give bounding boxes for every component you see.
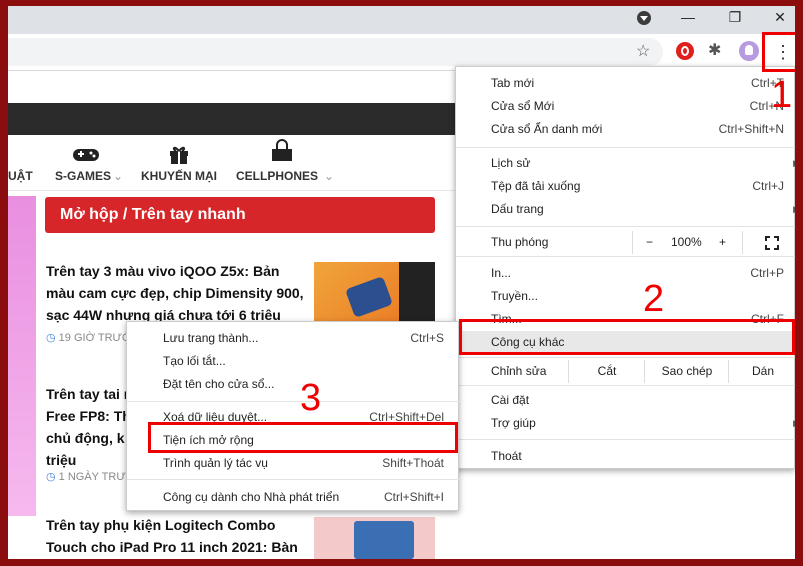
menu-separator (456, 226, 795, 227)
nav-item-luat[interactable]: UẬT (8, 169, 33, 183)
menu-separator (456, 357, 795, 358)
menu-item-exit[interactable]: Thoát (456, 445, 795, 468)
chevron-right-icon: ▶ (793, 152, 795, 175)
article-thumbnail[interactable] (314, 517, 435, 559)
close-button[interactable]: ✕ (760, 6, 795, 28)
nav-item-cellphones[interactable]: CELLPHONES (236, 169, 318, 183)
submenu-item-save-page[interactable]: Lưu trang thành... Ctrl+S (127, 327, 460, 350)
submenu-item-task-manager[interactable]: Trình quản lý tác vụ Shift+Thoát (127, 452, 460, 475)
menu-item-new-window[interactable]: Cửa sổ Mới Ctrl+N (456, 95, 795, 118)
menu-separator (456, 385, 795, 386)
bag-icon (272, 139, 292, 161)
clock-icon: ◷ (46, 471, 56, 483)
chevron-right-icon: ▶ (793, 198, 795, 221)
extensions-puzzle-icon[interactable]: ✱ (708, 40, 721, 60)
chevron-down-icon: ⌄ (324, 169, 335, 183)
article-meta: ◷ 1 NGÀY TRƯ (46, 471, 126, 483)
site-nav: UẬT S-GAMES ⌄ KHUYẾN MẠI CELLPHONES ⌄ (8, 135, 455, 191)
fullscreen-icon[interactable] (765, 236, 779, 250)
chrome-main-menu: Tab mới Ctrl+T Cửa sổ Mới Ctrl+N Cửa sổ Ẩn… (455, 66, 795, 469)
article-title[interactable]: Trên tay tai n Free FP8: Th chủ động, k … (46, 383, 132, 471)
address-bar[interactable] (8, 38, 663, 66)
highlight-more-tools (459, 319, 795, 355)
zoom-level: 100% (671, 235, 702, 249)
nav-item-khuyen-mai[interactable]: KHUYẾN MẠI (141, 169, 217, 183)
highlight-extensions (148, 422, 458, 453)
menu-item-cast[interactable]: Truyền... (456, 285, 795, 308)
menu-item-incognito[interactable]: Cửa sổ Ẩn danh mới Ctrl+Shift+N (456, 118, 795, 141)
menu-separator (127, 401, 460, 402)
site-header-bar (8, 103, 455, 135)
opera-extension-icon[interactable] (676, 42, 694, 60)
zoom-out-button[interactable]: − (646, 231, 653, 254)
zoom-in-button[interactable]: + (719, 231, 726, 254)
clock-icon: ◷ (46, 332, 56, 344)
menu-item-settings[interactable]: Cài đặt (456, 389, 795, 412)
cut-button[interactable]: Cắt (568, 360, 645, 383)
browser-window: — ❐ ✕ ☆ ✱ ⋮ UẬT S-GAMES ⌄ KHUYẾN MẠI CEL… (8, 6, 795, 559)
menu-separator (127, 479, 460, 480)
maximize-button[interactable]: ❐ (715, 6, 755, 28)
profile-avatar[interactable] (739, 41, 759, 61)
menu-separator (456, 256, 795, 257)
submenu-item-create-shortcut[interactable]: Tạo lối tắt... (127, 350, 460, 373)
nav-item-s-games[interactable]: S-GAMES (55, 169, 111, 183)
title-bar: — ❐ ✕ (8, 6, 795, 34)
more-tools-submenu: Lưu trang thành... Ctrl+S Tạo lối tắt... … (126, 321, 460, 511)
menu-separator (456, 439, 795, 440)
submenu-item-devtools[interactable]: Công cụ dành cho Nhà phát triển Ctrl+Shif… (127, 486, 460, 509)
minimize-button[interactable]: — (668, 6, 708, 28)
chevron-down-icon: ⌄ (113, 169, 124, 183)
copy-button[interactable]: Sao chép (644, 360, 729, 383)
chevron-right-icon: ▶ (793, 412, 795, 435)
section-title: Mở hộp / Trên tay nhanh (45, 197, 435, 233)
menu-separator (456, 147, 795, 148)
tab-search-icon[interactable] (637, 11, 651, 25)
menu-item-edit: Chỉnh sửa Cắt Sao chép Dán (456, 360, 795, 383)
menu-item-downloads[interactable]: Tệp đã tải xuống Ctrl+J (456, 175, 795, 198)
bookmark-star-icon[interactable]: ☆ (636, 41, 650, 61)
menu-item-new-tab[interactable]: Tab mới Ctrl+T (456, 72, 795, 95)
gamepad-icon (73, 149, 99, 161)
article-title[interactable]: Trên tay 3 màu vivo iQOO Z5x: Bản màu ca… (46, 260, 304, 326)
step-number-2: 2 (643, 278, 665, 320)
step-number-3: 3 (300, 377, 322, 419)
paste-button[interactable]: Dán (728, 360, 795, 383)
menu-item-bookmarks[interactable]: Dấu trang▶ (456, 198, 795, 221)
step-number-1: 1 (771, 74, 793, 116)
menu-item-zoom: Thu phóng − 100% + (456, 231, 795, 254)
side-banner (8, 196, 36, 516)
menu-item-print[interactable]: In... Ctrl+P (456, 262, 795, 285)
gift-icon (170, 146, 188, 164)
menu-item-help[interactable]: Trợ giúp▶ (456, 412, 795, 435)
submenu-item-name-window[interactable]: Đặt tên cho cửa sổ... (127, 373, 460, 396)
highlight-menu-button (762, 32, 795, 72)
menu-item-history[interactable]: Lịch sử▶ (456, 152, 795, 175)
article-title[interactable]: Trên tay phụ kiện Logitech Combo Touch c… (46, 514, 298, 558)
